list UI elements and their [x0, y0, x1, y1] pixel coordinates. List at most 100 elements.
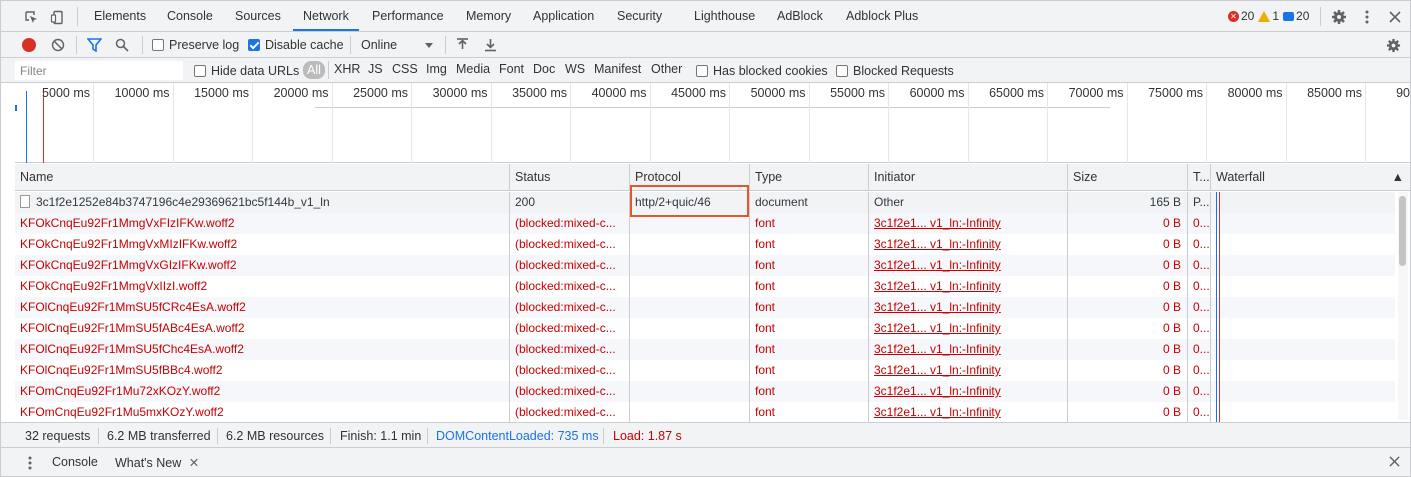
drawer-menu-icon[interactable]: [28, 456, 32, 473]
blocked-requests-checkbox[interactable]: Blocked Requests: [836, 62, 954, 80]
column-header-size[interactable]: Size: [1068, 164, 1188, 191]
cell-name: KFOlCnqEu92Fr1MmSU5fChc4EsA.woff2: [15, 339, 510, 360]
overview-grid-line: [1047, 83, 1048, 163]
overview-grid-line: [808, 83, 810, 163]
filter-type-doc[interactable]: Doc: [533, 62, 555, 76]
cell-initiator[interactable]: 3c1f2e1... v1_ln:-Infinity: [869, 402, 1068, 422]
close-icon[interactable]: [1386, 8, 1404, 26]
tab-network[interactable]: Network: [293, 1, 359, 31]
blocked-requests-check[interactable]: [836, 65, 848, 77]
more-options-icon[interactable]: [1358, 8, 1376, 26]
table-row[interactable]: KFOkCnqEu92Fr1MmgVxIIzI.woff2 (blocked:mi…: [15, 276, 1395, 297]
close-drawer-icon[interactable]: [1389, 456, 1400, 470]
record-icon[interactable]: [22, 36, 36, 54]
column-header-time[interactable]: T...: [1188, 164, 1211, 191]
cell-initiator[interactable]: 3c1f2e1... v1_ln:-Infinity: [869, 213, 1068, 234]
tab-performance[interactable]: Performance: [372, 1, 444, 31]
chevron-down-icon: [425, 38, 434, 52]
network-settings-gear-icon[interactable]: [1386, 36, 1401, 54]
table-row[interactable]: KFOlCnqEu92Fr1MmSU5fABc4EsA.woff2 (blocke…: [15, 318, 1395, 339]
column-header-initiator[interactable]: Initiator: [869, 164, 1068, 191]
cell-waterfall: [1211, 360, 1395, 381]
gear-icon[interactable]: [1330, 8, 1348, 26]
issue-counts[interactable]: ✕ 20 1 20: [1228, 9, 1313, 23]
cell-waterfall: [1211, 318, 1395, 339]
disable-cache-checkbox[interactable]: Disable cache: [248, 36, 344, 54]
drawer-tab-console[interactable]: Console: [52, 455, 98, 469]
toolbar-divider: [142, 36, 143, 54]
clear-icon[interactable]: [51, 36, 65, 54]
search-icon[interactable]: [115, 36, 129, 54]
scrollbar-thumb[interactable]: [1399, 196, 1406, 266]
tab-memory[interactable]: Memory: [466, 1, 511, 31]
cell-initiator[interactable]: 3c1f2e1... v1_ln:-Infinity: [869, 318, 1068, 339]
preserve-log-checkbox[interactable]: Preserve log: [152, 36, 239, 54]
cell-status: (blocked:mixed-c...: [510, 360, 630, 381]
filter-type-js[interactable]: JS: [368, 62, 383, 76]
table-row[interactable]: KFOmCnqEu92Fr1Mu5mxKOzY.woff2 (blocked:mi…: [15, 402, 1395, 422]
filter-type-img[interactable]: Img: [426, 62, 447, 76]
tab-lighthouse[interactable]: Lighthouse: [694, 1, 755, 31]
cell-size-text: 0 B: [1162, 363, 1181, 377]
throttling-select[interactable]: Online: [361, 36, 434, 54]
hide-data-urls-checkbox[interactable]: Hide data URLs: [194, 62, 299, 80]
drawer-tab-whats-new[interactable]: What's New ✕: [107, 448, 207, 476]
cell-status-text: (blocked:mixed-c...: [515, 300, 616, 314]
cell-initiator[interactable]: 3c1f2e1... v1_ln:-Infinity: [869, 381, 1068, 402]
tab-adblock[interactable]: AdBlock: [777, 1, 823, 31]
table-row[interactable]: KFOlCnqEu92Fr1MmSU5fCRc4EsA.woff2 (blocke…: [15, 297, 1395, 318]
export-har-icon[interactable]: [484, 36, 497, 54]
cell-initiator[interactable]: 3c1f2e1... v1_ln:-Infinity: [869, 297, 1068, 318]
table-row[interactable]: KFOlCnqEu92Fr1MmSU5fChc4EsA.woff2 (blocke…: [15, 339, 1395, 360]
tab-application[interactable]: Application: [533, 1, 594, 31]
column-header-type[interactable]: Type: [750, 164, 869, 191]
disable-cache-check[interactable]: [248, 39, 260, 51]
table-scrollbar[interactable]: [1398, 192, 1408, 420]
cell-time: 0...: [1188, 381, 1211, 402]
column-header-status[interactable]: Status: [510, 164, 630, 191]
cell-initiator[interactable]: 3c1f2e1... v1_ln:-Infinity: [869, 339, 1068, 360]
timeline-overview[interactable]: 5000 ms 10000 ms 15000 ms 20000 ms 25000 ms 3…: [15, 83, 1410, 163]
tab-adblock-plus[interactable]: Adblock Plus: [846, 1, 918, 31]
filter-type-xhr[interactable]: XHR: [334, 62, 360, 76]
cell-waterfall: [1211, 381, 1395, 402]
cell-time: 0...: [1188, 339, 1211, 360]
import-har-icon[interactable]: [456, 36, 469, 54]
filter-type-other[interactable]: Other: [651, 62, 682, 76]
tab-console[interactable]: Console: [167, 1, 213, 31]
hide-data-urls-check[interactable]: [194, 65, 206, 77]
table-row[interactable]: KFOlCnqEu92Fr1MmSU5fBBc4.woff2 (blocked:m…: [15, 360, 1395, 381]
has-blocked-cookies-check[interactable]: [696, 65, 708, 77]
cell-initiator[interactable]: 3c1f2e1... v1_ln:-Infinity: [869, 255, 1068, 276]
filter-icon[interactable]: [87, 36, 102, 54]
table-row[interactable]: 3c1f2e1252e84b3747196c4e29369621bc5f144b…: [15, 192, 1395, 213]
preserve-log-check[interactable]: [152, 39, 164, 51]
tab-security[interactable]: Security: [617, 1, 662, 31]
table-row[interactable]: KFOkCnqEu92Fr1MmgVxFIzIFKw.woff2 (blocked…: [15, 213, 1395, 234]
filter-type-css[interactable]: CSS: [392, 62, 418, 76]
cell-initiator[interactable]: 3c1f2e1... v1_ln:-Infinity: [869, 234, 1068, 255]
table-row[interactable]: KFOkCnqEu92Fr1MmgVxGIzIFKw.woff2 (blocked…: [15, 255, 1395, 276]
inspect-element-icon[interactable]: [22, 8, 40, 26]
column-header-name[interactable]: Name: [15, 164, 510, 191]
filter-type-manifest[interactable]: Manifest: [594, 62, 641, 76]
filter-type-all[interactable]: All: [303, 61, 325, 79]
filter-type-ws[interactable]: WS: [565, 62, 585, 76]
cell-initiator[interactable]: 3c1f2e1... v1_ln:-Infinity: [869, 276, 1068, 297]
cell-size: 0 B: [1068, 213, 1188, 234]
preserve-log-label: Preserve log: [169, 38, 240, 52]
filter-type-media[interactable]: Media: [456, 62, 490, 76]
table-row[interactable]: KFOkCnqEu92Fr1MmgVxMIzIFKw.woff2 (blocked…: [15, 234, 1395, 255]
table-row[interactable]: KFOmCnqEu92Fr1Mu72xKOzY.woff2 (blocked:mi…: [15, 381, 1395, 402]
cell-waterfall: [1211, 234, 1395, 255]
tab-sources[interactable]: Sources: [235, 1, 281, 31]
cell-initiator[interactable]: 3c1f2e1... v1_ln:-Infinity: [869, 360, 1068, 381]
has-blocked-cookies-checkbox[interactable]: Has blocked cookies: [696, 62, 828, 80]
close-tab-icon[interactable]: ✕: [189, 456, 199, 470]
column-header-protocol[interactable]: Protocol: [630, 164, 750, 191]
column-header-waterfall[interactable]: Waterfall ▲: [1211, 164, 1410, 191]
filter-input[interactable]: [15, 61, 183, 80]
device-toolbar-icon[interactable]: [48, 8, 66, 26]
filter-type-font[interactable]: Font: [499, 62, 524, 76]
tab-elements[interactable]: Elements: [94, 1, 146, 31]
